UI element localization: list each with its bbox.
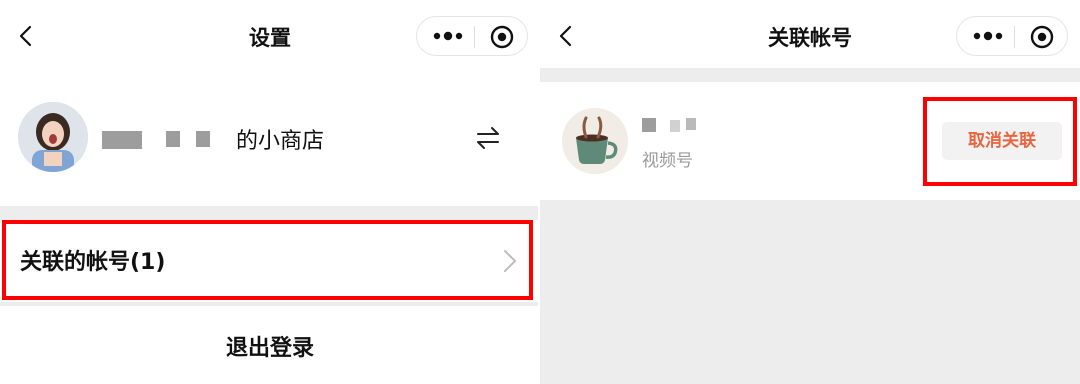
capsule-divider (474, 26, 475, 48)
blurred-name (196, 131, 210, 147)
blurred-name (102, 131, 142, 149)
section-divider (540, 68, 1080, 82)
highlight-box (2, 220, 533, 300)
more-dots-icon[interactable] (431, 26, 465, 46)
blurred-name (642, 118, 656, 132)
logout-label: 退出登录 (225, 336, 314, 361)
highlight-box (923, 97, 1077, 186)
linked-accounts-navbar: 关联帐号 (540, 0, 1080, 68)
shop-name: 的小商店 (236, 129, 325, 154)
settings-navbar: 设置 (0, 0, 540, 68)
target-icon[interactable] (1030, 25, 1054, 49)
settings-panel: 设置 的小商店 关联的帐号(1) 退出登录 (0, 0, 540, 384)
account-type-label: 视频号 (642, 151, 693, 171)
target-icon[interactable] (490, 25, 514, 49)
section-divider (0, 206, 540, 220)
menu-capsule (416, 16, 528, 56)
blurred-name (166, 131, 180, 147)
capsule-divider (1014, 26, 1015, 48)
blurred-name (670, 120, 680, 132)
blurred-name (686, 118, 696, 130)
more-dots-icon[interactable] (971, 26, 1005, 46)
switch-arrows-icon[interactable] (474, 124, 502, 152)
shop-profile-row[interactable]: 的小商店 (0, 68, 540, 206)
menu-capsule (956, 16, 1068, 56)
logout-button[interactable]: 退出登录 (0, 306, 540, 384)
avatar (562, 108, 628, 174)
avatar (18, 102, 88, 172)
linked-accounts-panel: 关联帐号 视频号 取消关联 (540, 0, 1080, 384)
